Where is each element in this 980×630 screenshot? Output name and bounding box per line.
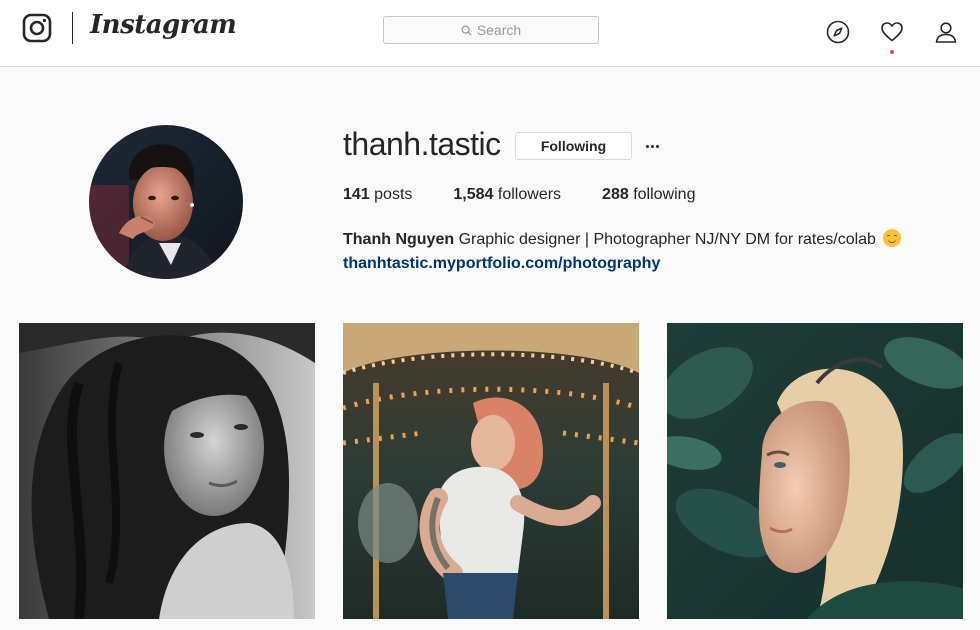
- following-button[interactable]: Following: [515, 132, 632, 160]
- followers-count-label: followers: [497, 186, 562, 203]
- person-icon[interactable]: [934, 20, 958, 44]
- post-image: [667, 323, 963, 619]
- profile-stats: 141 posts 1,584 followers 288 following: [343, 186, 736, 204]
- bio-text: Graphic designer | Photographer NJ/NY DM…: [458, 231, 876, 248]
- post-thumbnail[interactable]: [667, 323, 963, 619]
- instagram-camera-icon[interactable]: [22, 13, 52, 43]
- following-count-value: 288: [602, 186, 629, 203]
- notification-dot: [890, 50, 894, 54]
- search-icon: [461, 24, 472, 36]
- top-navigation-bar: Instagram Search: [0, 0, 980, 67]
- search-input[interactable]: Search: [383, 16, 599, 44]
- followers-link[interactable]: 1,584 followers: [453, 186, 561, 204]
- search-placeholder: Search: [476, 22, 522, 38]
- post-image: [343, 323, 639, 619]
- posts-count-value: 141: [343, 186, 370, 203]
- post-image: [19, 323, 315, 619]
- heart-icon[interactable]: [880, 20, 904, 44]
- smiling-face-icon: [883, 229, 902, 247]
- bio-website-link[interactable]: thanhtastic.myportfolio.com/photography: [343, 252, 963, 276]
- post-thumbnail[interactable]: [343, 323, 639, 619]
- instagram-wordmark[interactable]: Instagram: [90, 10, 237, 40]
- profile-username: thanh.tastic: [343, 126, 501, 162]
- more-options-icon[interactable]: [642, 136, 662, 156]
- compass-icon[interactable]: [826, 20, 850, 44]
- post-thumbnail[interactable]: [19, 323, 315, 619]
- following-link[interactable]: 288 following: [602, 186, 695, 204]
- profile-full-name: Thanh Nguyen: [343, 231, 455, 248]
- followers-count-value: 1,584: [453, 186, 494, 203]
- following-count-label: following: [633, 186, 696, 203]
- logo-divider: [72, 12, 73, 44]
- posts-count-label: posts: [374, 186, 413, 203]
- posts-count: 141 posts: [343, 186, 412, 204]
- profile-bio: Thanh Nguyen Graphic designer | Photogra…: [343, 228, 963, 276]
- profile-avatar[interactable]: [89, 125, 243, 279]
